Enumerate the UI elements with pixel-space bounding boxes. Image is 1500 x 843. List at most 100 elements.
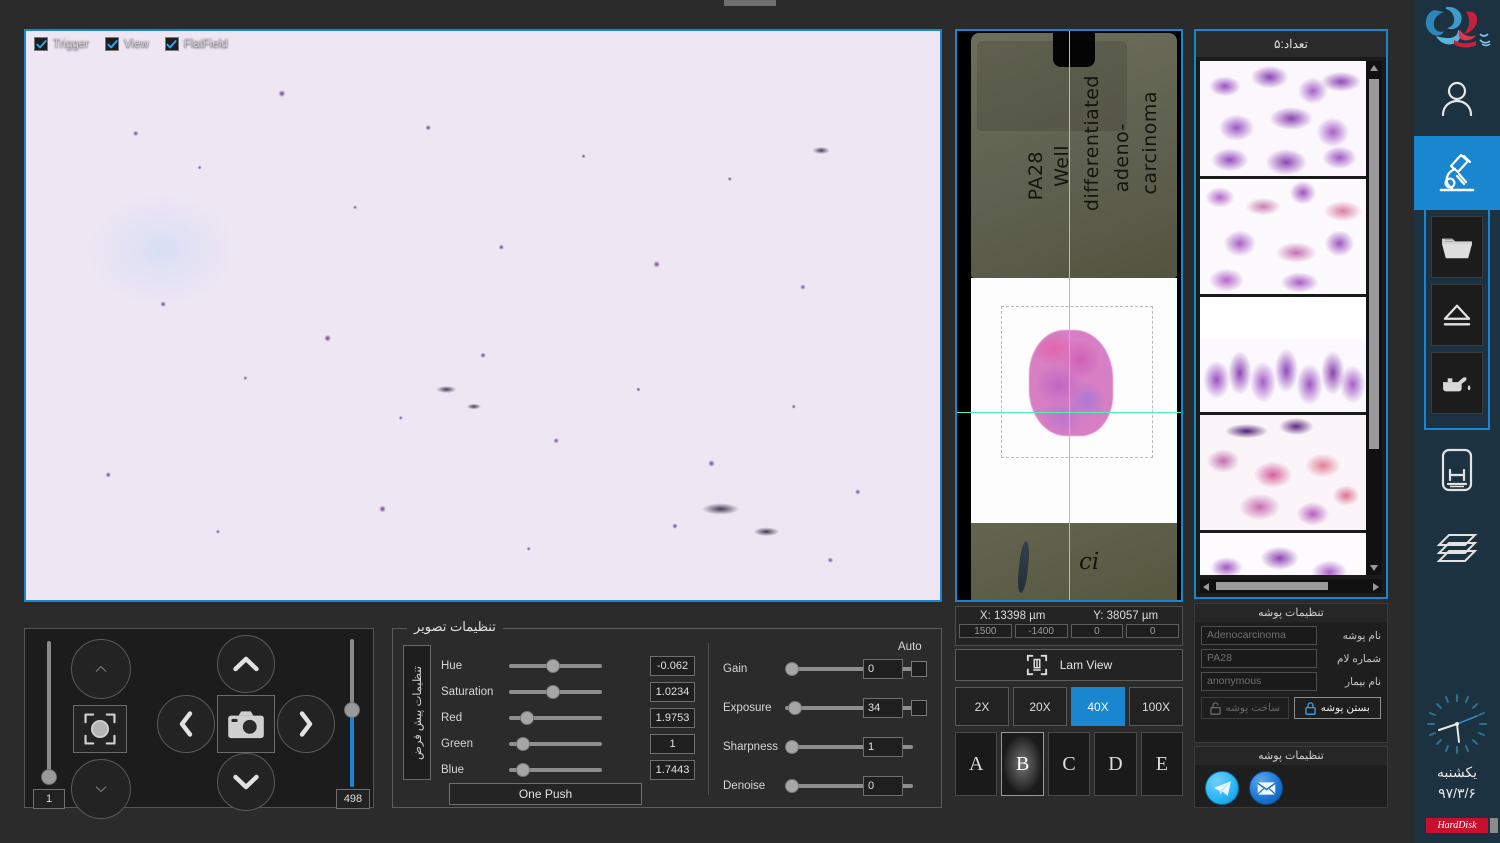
slider-blue-value[interactable]: 1.7443 [650,760,695,780]
stage-up-button[interactable] [217,635,275,693]
sidebar-item-scanner[interactable] [1414,430,1500,510]
mag-button-100x[interactable]: 100X [1129,687,1183,726]
thumbnail-1[interactable] [1200,61,1366,176]
stage-left-button[interactable] [157,695,215,753]
magnification-selector: 2X 20X 40X 100X [955,687,1183,726]
slider-red[interactable]: Red [441,708,646,728]
email-share-button[interactable] [1249,771,1283,805]
slider-green-knob[interactable] [516,737,531,751]
sidebar-item-eject[interactable] [1431,284,1483,346]
slider-green-track[interactable] [509,737,602,751]
scroll-down-arrow-icon[interactable] [1370,565,1378,571]
slider-red-knob[interactable] [520,711,535,725]
zoom-slider-right[interactable] [340,639,364,787]
slider-gain-knob[interactable] [785,662,799,676]
slide-number-input[interactable]: PA28 [1201,649,1317,668]
mag-button-40x[interactable]: 40X [1071,687,1125,726]
checkbox-flatfield-box[interactable] [164,37,179,51]
checkbox-trigger-label: Trigger [53,38,89,50]
slider-hue-knob[interactable] [546,659,561,673]
close-folder-button[interactable]: بستن پوشه [1293,697,1381,719]
slot-button-b[interactable]: B [1001,732,1044,796]
slider-saturation[interactable]: Saturation [441,682,646,702]
checkbox-view-box[interactable] [105,37,119,51]
slider-blue-knob[interactable] [516,763,531,777]
thumbnail-2[interactable] [1200,179,1366,294]
one-push-button[interactable]: One Push [449,783,642,805]
slider-saturation-value[interactable]: 1.0234 [650,682,695,702]
focus-coarse-down-button[interactable] [71,759,131,819]
aperture-button[interactable] [73,705,127,753]
slider-hue-track[interactable] [509,659,602,673]
focus-slider-left[interactable] [37,641,61,785]
mag-button-2x[interactable]: 2X [955,687,1009,726]
zoom-slider-right-knob[interactable] [344,702,360,718]
scroll-right-arrow-icon[interactable] [1373,583,1379,591]
thumbnail-5[interactable] [1200,533,1366,575]
stage-field-1[interactable]: 1500 [959,624,1012,638]
sidebar-item-oil-can[interactable] [1431,352,1483,414]
checkbox-trigger[interactable]: Trigger [34,37,89,51]
checkbox-trigger-box[interactable] [34,37,48,51]
slider-hue[interactable]: Hue [441,656,646,676]
thumbnail-4[interactable] [1200,415,1366,530]
scroll-up-arrow-icon[interactable] [1370,65,1378,71]
slider-sharpness-value[interactable]: 1 [863,737,903,757]
macro-slide-view[interactable]: PA28 Well differentiated adeno- carcinom… [955,29,1183,602]
stage-right-button[interactable] [277,695,335,753]
slider-saturation-track[interactable] [509,685,602,699]
thumbnail-hscroll-thumb[interactable] [1216,582,1328,590]
stage-field-3[interactable]: 0 [1070,624,1124,638]
zoom-slider-right-value[interactable]: 498 [336,789,370,809]
slot-button-a[interactable]: A [955,732,998,796]
slider-gain-value[interactable]: 0 [863,659,903,679]
capture-button[interactable] [217,695,275,753]
slider-saturation-knob[interactable] [546,685,561,699]
live-image-view[interactable]: Trigger View FlatField [24,29,942,602]
checkbox-view[interactable]: View [105,37,149,51]
slot-button-d[interactable]: D [1094,732,1137,796]
thumbnail-list[interactable] [1200,61,1366,575]
thumbnail-3[interactable] [1200,297,1366,412]
focus-slider-left-value[interactable]: 1 [33,789,65,809]
folder-name-input[interactable]: Adenocarcinoma [1201,626,1317,645]
slider-sharpness-knob[interactable] [785,740,799,754]
stage-field-2[interactable]: -1400 [1014,624,1068,638]
sidebar-item-user[interactable] [1414,62,1500,136]
slot-button-c[interactable]: C [1047,732,1091,796]
sidebar-item-folder[interactable] [1431,216,1483,278]
lam-view-button[interactable]: Lam View [955,649,1183,681]
thumbnail-scrollbar-thumb[interactable] [1369,79,1379,449]
checkbox-flatfield[interactable]: FlatField [164,37,228,51]
auto-exposure-checkbox[interactable] [911,700,927,716]
telegram-share-button[interactable] [1205,771,1239,805]
slider-red-track[interactable] [509,711,602,725]
slider-green[interactable]: Green [441,734,646,754]
slider-blue-track[interactable] [509,763,602,777]
focus-coarse-up-button[interactable] [71,639,131,699]
scroll-left-arrow-icon[interactable] [1203,583,1209,591]
slider-blue[interactable]: Blue [441,760,646,780]
create-folder-button[interactable]: ساخت پوشه [1201,697,1289,719]
slider-green-value[interactable]: 1 [650,734,695,754]
patient-name-input[interactable]: anonymous [1201,672,1317,691]
sidebar-item-microscope[interactable] [1414,136,1500,210]
stage-field-4[interactable]: 0 [1126,624,1179,638]
slider-red-value[interactable]: 1.9753 [650,708,695,728]
slot-button-e[interactable]: E [1140,732,1184,796]
thumbnail-scrollbar-horizontal[interactable] [1200,579,1382,593]
slider-denoise-knob[interactable] [785,779,799,793]
auto-gain-checkbox[interactable] [911,661,927,677]
focus-slider-left-knob[interactable] [41,769,57,785]
slider-exposure-value[interactable]: 34 [863,698,903,718]
create-folder-label: ساخت پوشه [1225,702,1281,714]
slider-hue-value[interactable]: -0.062 [650,656,695,676]
thumbnail-scrollbar-vertical[interactable] [1366,61,1382,575]
mag-button-20x[interactable]: 20X [1013,687,1067,726]
slider-exposure-knob[interactable] [787,701,802,715]
slider-denoise-value[interactable]: 0 [863,776,903,796]
sidebar-item-layers[interactable] [1414,510,1500,590]
stage-down-button[interactable] [217,753,275,811]
storage-status-badge: HardDisk [1426,818,1488,833]
slide-scan-icon [1026,654,1047,676]
